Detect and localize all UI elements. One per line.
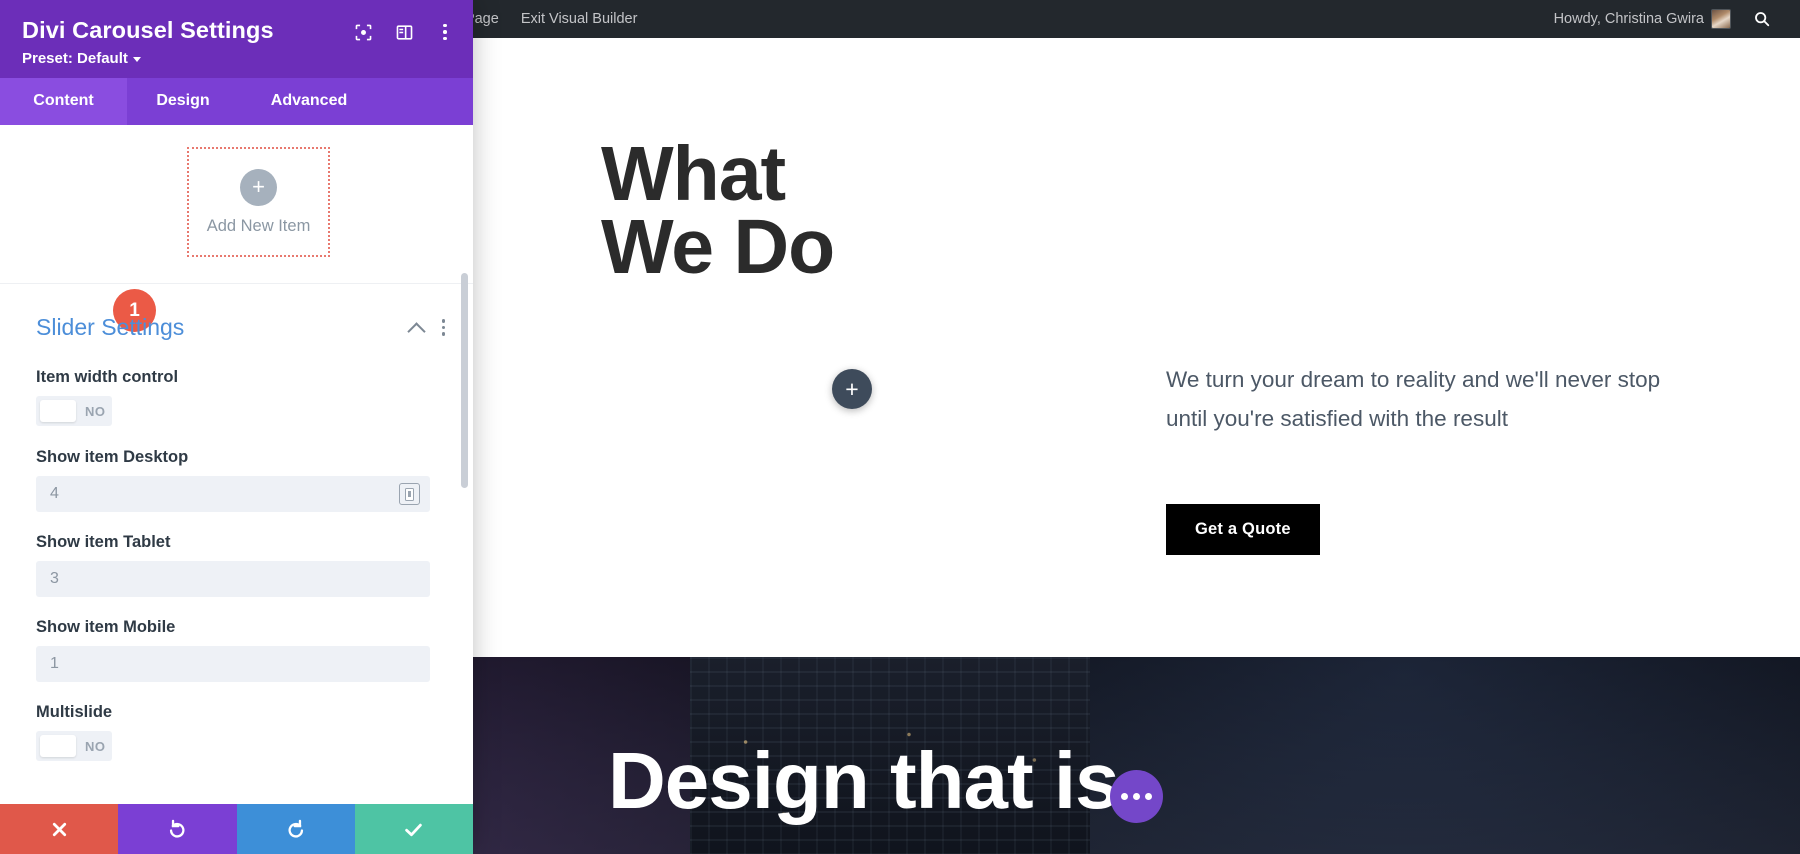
hero-heading: What We Do — [601, 131, 835, 291]
adminbar-item-exit-visual-builder[interactable]: Exit Visual Builder — [510, 0, 649, 38]
show-item-mobile-input[interactable] — [36, 646, 430, 682]
item-width-control-toggle[interactable]: NO — [36, 396, 112, 426]
preset-selector[interactable]: Preset: Default — [22, 50, 451, 67]
dark-section-heading: Design that is — [608, 736, 1120, 825]
settings-header: Divi Carousel Settings Preset: Default — [0, 0, 473, 78]
show-item-tablet-input[interactable] — [36, 561, 430, 597]
tab-advanced[interactable]: Advanced — [239, 78, 379, 125]
save-button[interactable] — [354, 804, 473, 854]
show-item-desktop-input[interactable] — [36, 476, 430, 512]
add-item-zone: + Add New Item — [0, 125, 473, 284]
divi-carousel-settings-modal: Divi Carousel Settings Preset: Default C… — [0, 0, 473, 854]
tab-content[interactable]: Content — [0, 78, 127, 125]
add-new-item-button[interactable]: + Add New Item — [187, 147, 330, 257]
field-show-item-desktop: Show item Desktop — [0, 448, 473, 512]
field-multislide: Multislide NO — [0, 703, 473, 762]
tab-design[interactable]: Design — [127, 78, 239, 125]
hero-paragraph: We turn your dream to reality and we'll … — [1166, 367, 1661, 432]
add-new-item-label: Add New Item — [206, 216, 311, 235]
toggle-knob — [40, 735, 76, 757]
field-label: Show item Tablet — [36, 533, 171, 551]
field-label: Show item Mobile — [36, 618, 176, 636]
more-options-kebab-icon[interactable] — [441, 319, 445, 336]
field-show-item-tablet: Show item Tablet — [0, 533, 473, 597]
adminbar-item-howdy[interactable]: Howdy, Christina Gwira — [1543, 0, 1742, 38]
plus-icon: + — [240, 168, 277, 206]
settings-panel-scrollbar[interactable] — [461, 273, 468, 488]
responsive-device-icon[interactable] — [399, 483, 420, 505]
chevron-down-icon — [132, 57, 141, 62]
chevron-up-icon[interactable] — [409, 320, 424, 335]
field-label: Multislide — [36, 703, 113, 721]
section-title: Slider Settings — [36, 314, 185, 340]
settings-footer-actions — [0, 804, 473, 854]
focus-target-icon[interactable] — [351, 20, 375, 44]
add-module-plus-icon[interactable]: + — [832, 369, 872, 409]
avatar — [1711, 9, 1731, 29]
loading-dots-icon — [1110, 770, 1163, 823]
settings-scroll-area: Slider Settings Item width control NO Sh… — [0, 284, 473, 772]
toggle-knob — [40, 400, 76, 422]
multislide-toggle[interactable]: NO — [36, 731, 112, 761]
search-icon — [1753, 10, 1771, 28]
undo-arrow-icon — [170, 819, 185, 838]
field-show-item-mobile: Show item Mobile — [0, 618, 473, 682]
undo-button[interactable] — [118, 804, 237, 854]
more-options-kebab-icon[interactable] — [433, 20, 457, 44]
redo-arrow-icon — [288, 819, 303, 838]
adminbar-label: Exit Visual Builder — [520, 11, 638, 27]
settings-tabs: Content Design Advanced — [0, 78, 473, 125]
cancel-button[interactable] — [0, 804, 119, 854]
settings-body: 1 + Add New Item Slider Settings Item wi… — [0, 125, 473, 804]
toggle-value: NO — [85, 738, 106, 754]
checkmark-icon — [405, 823, 423, 836]
howdy-label: Howdy, Christina Gwira — [1553, 11, 1704, 27]
field-label: Show item Desktop — [36, 448, 189, 466]
preset-label: Preset: Default — [22, 50, 128, 67]
field-label: Item width control — [36, 368, 179, 386]
field-item-width-control: Item width control NO — [0, 368, 473, 427]
slider-settings-section-header[interactable]: Slider Settings — [0, 284, 473, 347]
settings-header-actions — [351, 20, 457, 44]
close-x-icon — [52, 822, 66, 836]
layout-columns-icon[interactable] — [392, 20, 416, 44]
toggle-value: NO — [85, 403, 106, 419]
get-a-quote-button[interactable]: Get a Quote — [1166, 504, 1320, 555]
adminbar-search-button[interactable] — [1742, 0, 1782, 38]
redo-button[interactable] — [236, 804, 355, 854]
